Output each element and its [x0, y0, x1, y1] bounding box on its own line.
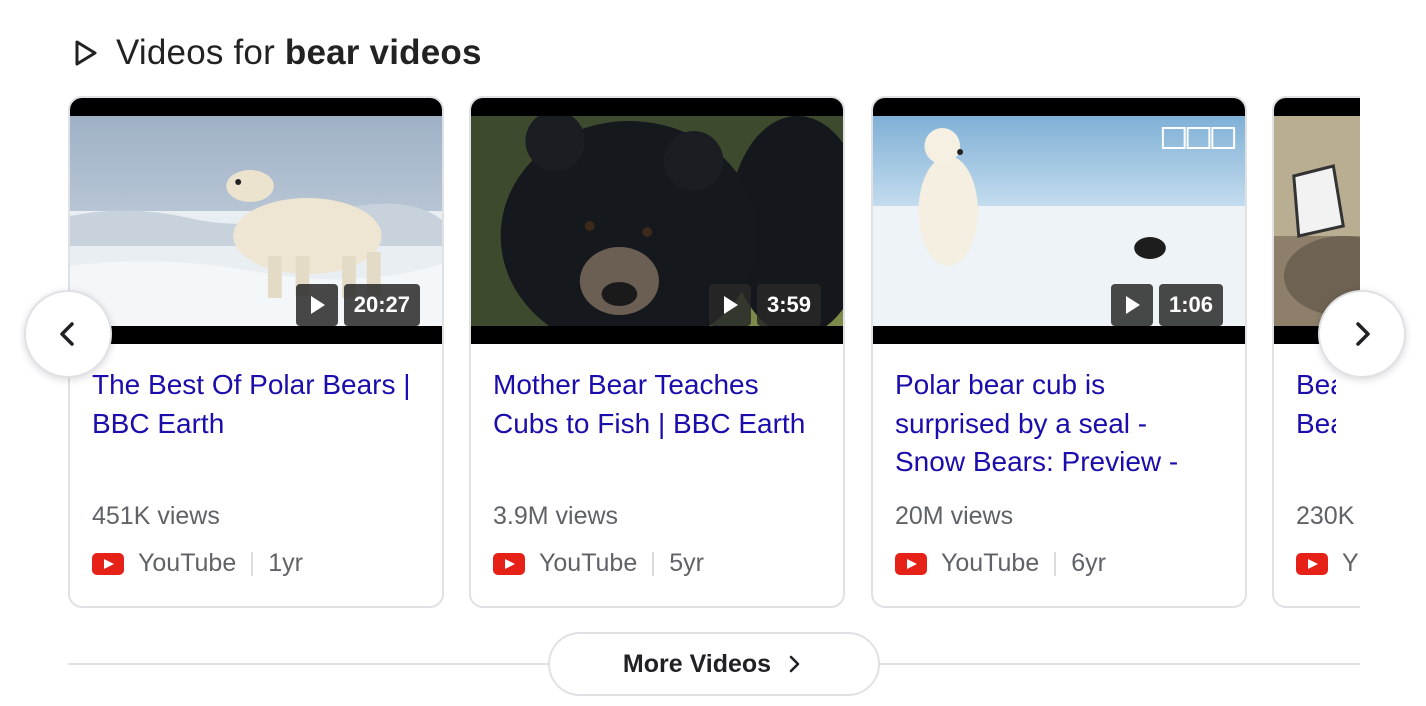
source-name: YouTube — [539, 549, 638, 577]
duration-badge: 1:06 — [1110, 284, 1223, 326]
play-icon[interactable] — [708, 284, 751, 326]
view-count: 230K — [1296, 502, 1355, 530]
carousel-prev-button[interactable] — [24, 290, 112, 378]
youtube-icon — [1296, 552, 1328, 575]
video-duration: 3:59 — [756, 284, 821, 326]
video-thumbnail[interactable]: 3:59 — [471, 98, 843, 344]
more-videos-label: More Videos — [622, 649, 772, 678]
view-count: 3.9M views — [493, 502, 619, 530]
video-age: 5yr — [669, 549, 704, 577]
video-thumbnail[interactable]: 20:27 — [70, 98, 442, 344]
play-outline-icon — [75, 40, 97, 66]
video-title-link[interactable]: Polar bear cub is surprised by a seal - … — [895, 366, 1223, 484]
source-name: YouTube — [138, 549, 237, 577]
video-title-link[interactable]: Mother Bear Teaches Cubs to Fish | BBC E… — [493, 366, 821, 484]
separator — [1054, 551, 1057, 576]
section-title-prefix: Videos for — [116, 33, 285, 72]
chevron-right-icon — [1356, 322, 1370, 346]
video-carousel[interactable]: 20:27 The Best Of Polar Bears | BBC Eart… — [68, 96, 1360, 610]
separator — [652, 551, 655, 576]
duration-badge: 20:27 — [295, 284, 420, 326]
video-card[interactable]: 1:06 Polar bear cub is surprised by a se… — [871, 96, 1247, 608]
youtube-icon — [493, 552, 525, 575]
play-icon[interactable] — [295, 284, 338, 326]
view-count: 451K views — [92, 502, 220, 530]
video-title-link[interactable]: Bear Bear — [1296, 366, 1336, 484]
duration-badge: 3:59 — [708, 284, 821, 326]
chevron-left-icon — [60, 322, 74, 346]
video-duration: 20:27 — [343, 284, 420, 326]
video-source: YouTube 1yr — [92, 549, 420, 578]
video-age: 1yr — [268, 549, 303, 577]
more-videos-button[interactable]: More Videos — [548, 632, 880, 696]
separator — [251, 551, 254, 576]
video-age: 6yr — [1071, 549, 1106, 577]
video-duration: 1:06 — [1158, 284, 1223, 326]
section-title: Videos for bear videos — [116, 33, 482, 73]
source-name: YouTube — [941, 549, 1040, 577]
video-source: Y — [1296, 549, 1360, 578]
video-title-link[interactable]: The Best Of Polar Bears | BBC Earth — [92, 366, 420, 484]
chevron-right-icon — [789, 655, 800, 673]
view-count: 20M views — [895, 502, 1014, 530]
videos-section-header: Videos for bear videos — [70, 30, 482, 76]
video-card[interactable]: 3:59 Mother Bear Teaches Cubs to Fish | … — [469, 96, 845, 608]
youtube-icon — [895, 552, 927, 575]
video-source: YouTube 6yr — [895, 549, 1223, 578]
search-query: bear videos — [284, 33, 482, 72]
video-card[interactable]: 20:27 The Best Of Polar Bears | BBC Eart… — [68, 96, 444, 608]
play-icon[interactable] — [1110, 284, 1153, 326]
youtube-icon — [92, 552, 124, 575]
carousel-next-button[interactable] — [1318, 290, 1406, 378]
source-name: Y — [1342, 549, 1359, 577]
video-thumbnail[interactable]: 1:06 — [873, 98, 1245, 344]
video-source: YouTube 5yr — [493, 549, 821, 578]
